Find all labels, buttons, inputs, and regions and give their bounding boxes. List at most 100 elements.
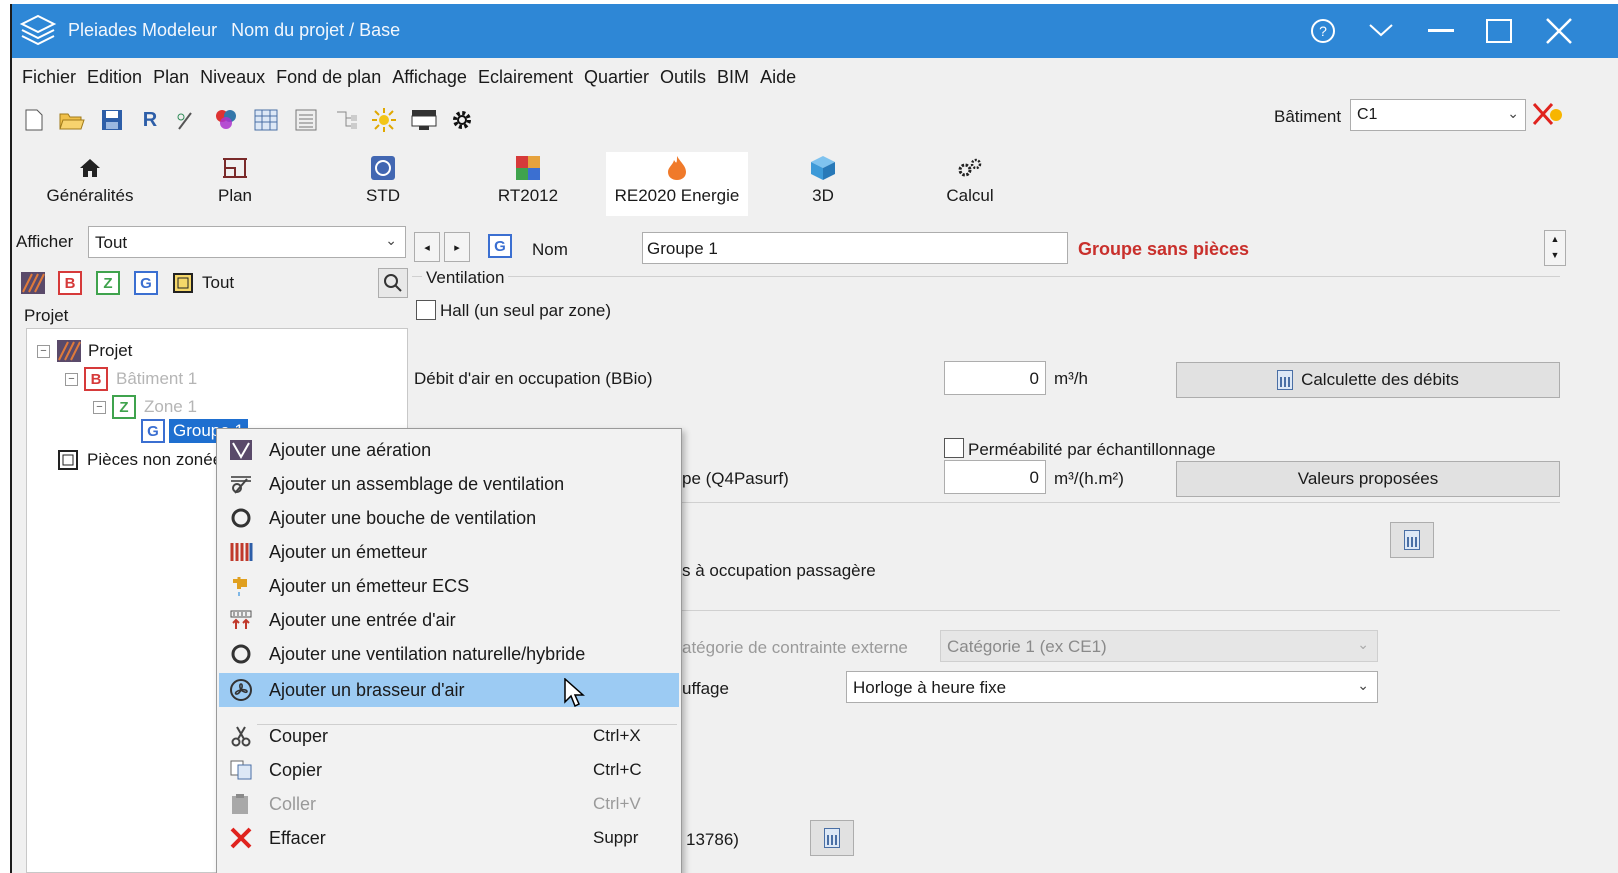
tree-node-projet[interactable]: − Projet [37, 339, 132, 363]
tab-rt2012[interactable]: RT2012 [478, 152, 578, 216]
minimize-icon[interactable] [1418, 12, 1464, 50]
close-icon[interactable] [1536, 12, 1582, 50]
menu-item-ajouter-assemblage[interactable]: Ajouter un assemblage de ventilation [219, 467, 679, 501]
groupe-header-icon: G [488, 234, 512, 258]
menu-bar: Fichier Edition Plan Niveaux Fond de pla… [12, 58, 1618, 96]
r-icon[interactable]: R [136, 106, 164, 134]
q4-input[interactable]: 0 [944, 460, 1046, 494]
tree-icon[interactable] [332, 106, 360, 134]
scroll-spinner[interactable]: ▲ ▼ [1544, 230, 1566, 266]
new-file-icon[interactable] [20, 106, 48, 134]
contrainte-select[interactable]: Catégorie 1 (ex CE1) ⌄ [940, 630, 1378, 662]
tab-label: RE2020 Energie [614, 186, 740, 205]
afficher-select[interactable]: Tout ⌄ [88, 226, 406, 258]
menu-plan[interactable]: Plan [153, 67, 189, 88]
aeration-icon [223, 439, 259, 461]
maximize-icon[interactable] [1476, 12, 1522, 50]
menu-fichier[interactable]: Fichier [22, 67, 76, 88]
next-button[interactable]: ▸ [444, 232, 470, 262]
wand-icon[interactable] [172, 106, 200, 134]
calculette-button[interactable]: Calculette des débits [1176, 362, 1560, 398]
menu-item-ajouter-ventilation-naturelle[interactable]: Ajouter une ventilation naturelle/hybrid… [219, 637, 679, 671]
menu-fond-de-plan[interactable]: Fond de plan [276, 67, 381, 88]
table-icon[interactable] [252, 106, 280, 134]
menu-edition[interactable]: Edition [87, 67, 142, 88]
sun-icon[interactable] [370, 106, 398, 134]
collapse-toggle[interactable]: − [65, 372, 78, 386]
radiator-icon [223, 541, 259, 563]
tab-std[interactable]: STD [338, 152, 428, 216]
valeurs-proposees-button[interactable]: Valeurs proposées [1176, 461, 1560, 497]
fan-icon [223, 678, 259, 702]
tab-3d[interactable]: 3D [788, 152, 858, 216]
menu-affichage[interactable]: Affichage [392, 67, 467, 88]
menu-item-ajouter-brasseur[interactable]: Ajouter un brasseur d'air [219, 673, 679, 707]
menu-item-copier[interactable]: Copier Ctrl+C [219, 753, 679, 787]
plan-icon [190, 152, 280, 184]
menu-outils[interactable]: Outils [660, 67, 706, 88]
calculator-button[interactable] [810, 820, 854, 856]
collapse-toggle[interactable]: − [37, 344, 50, 358]
help-icon[interactable]: ? [1300, 12, 1346, 50]
collapse-toggle[interactable]: − [93, 400, 106, 414]
tab-plan[interactable]: Plan [190, 152, 280, 216]
tree-node-pieces-non-zonees[interactable]: Pièces non zonées [57, 449, 231, 471]
groupe-filter-button[interactable]: G [134, 270, 158, 296]
tab-generalites[interactable]: Généralités [30, 152, 150, 216]
tab-re2020-energie[interactable]: RE2020 Energie [606, 152, 748, 216]
menu-bim[interactable]: BIM [717, 67, 749, 88]
chauffage-select[interactable]: Horloge à heure fixe ⌄ [846, 671, 1378, 703]
hall-checkbox[interactable] [416, 300, 436, 320]
list-icon[interactable] [292, 106, 320, 134]
module-tabs: Généralités Plan STD RT2012 RE2020 Energ… [12, 152, 1618, 216]
menu-item-ajouter-entree-air[interactable]: Ajouter une entrée d'air [219, 603, 679, 637]
q4-unit: m³/(h.m²) [1054, 469, 1124, 488]
hall-label: Hall (un seul par zone) [440, 301, 612, 320]
menu-item-couper[interactable]: Couper Ctrl+X [219, 719, 679, 753]
menu-item-ajouter-emetteur[interactable]: Ajouter un émetteur [219, 535, 679, 569]
cross-tool-icon[interactable] [1530, 100, 1562, 130]
palette-icon[interactable] [212, 106, 240, 134]
app-logo-icon [19, 14, 57, 46]
previous-button[interactable]: ◂ [414, 232, 440, 262]
menu-niveaux[interactable]: Niveaux [200, 67, 265, 88]
permeabilite-checkbox[interactable] [944, 438, 964, 458]
menu-quartier[interactable]: Quartier [584, 67, 649, 88]
menu-eclairement[interactable]: Eclairement [478, 67, 573, 88]
menu-aide[interactable]: Aide [760, 67, 796, 88]
tout-label: Tout [202, 273, 235, 292]
menu-item-ajouter-aeration[interactable]: Ajouter une aération [219, 433, 679, 467]
filter-bar: B Z G Tout [18, 270, 418, 298]
calculator-button[interactable] [1390, 522, 1434, 558]
permeabilite-label: Perméabilité par échantillonnage [968, 440, 1216, 459]
menu-item-effacer[interactable]: Effacer Suppr [219, 821, 679, 855]
chevron-down-icon: ⌄ [1357, 636, 1369, 652]
search-button[interactable] [378, 268, 408, 298]
batiment-select[interactable]: C1 ⌄ [1350, 99, 1526, 131]
open-folder-icon[interactable] [58, 106, 86, 134]
tree-node-zone[interactable]: − Z Zone 1 [93, 395, 197, 419]
tab-calcul[interactable]: Calcul [930, 152, 1010, 216]
tab-label: 3D [812, 186, 834, 205]
collapse-icon[interactable] [1358, 12, 1404, 50]
menu-item-ajouter-bouche[interactable]: Ajouter une bouche de ventilation [219, 501, 679, 535]
menu-item-coller[interactable]: Coller Ctrl+V [219, 787, 679, 821]
menu-item-ajouter-emetteur-ecs[interactable]: Ajouter un émetteur ECS [219, 569, 679, 603]
svg-text:?: ? [1319, 23, 1327, 39]
tree-node-batiment[interactable]: − B Bâtiment 1 [65, 367, 197, 391]
settings-icon[interactable] [448, 106, 476, 134]
monitor-icon[interactable] [410, 106, 438, 134]
tout-filter-button[interactable]: Tout [172, 270, 234, 296]
nom-input[interactable]: Groupe 1 [642, 232, 1068, 264]
tab-label: RT2012 [497, 186, 559, 205]
afficher-value: Tout [95, 233, 128, 252]
vent-outlet-icon [223, 507, 259, 529]
gears-icon [930, 152, 1010, 184]
debit-input[interactable]: 0 [944, 361, 1046, 395]
batiment-filter-button[interactable]: B [58, 270, 82, 296]
nom-label: Nom [532, 240, 568, 259]
projet-filter-icon[interactable] [20, 270, 46, 296]
afficher-label: Afficher [16, 232, 74, 251]
zone-filter-button[interactable]: Z [96, 270, 120, 296]
save-icon[interactable] [98, 106, 126, 134]
